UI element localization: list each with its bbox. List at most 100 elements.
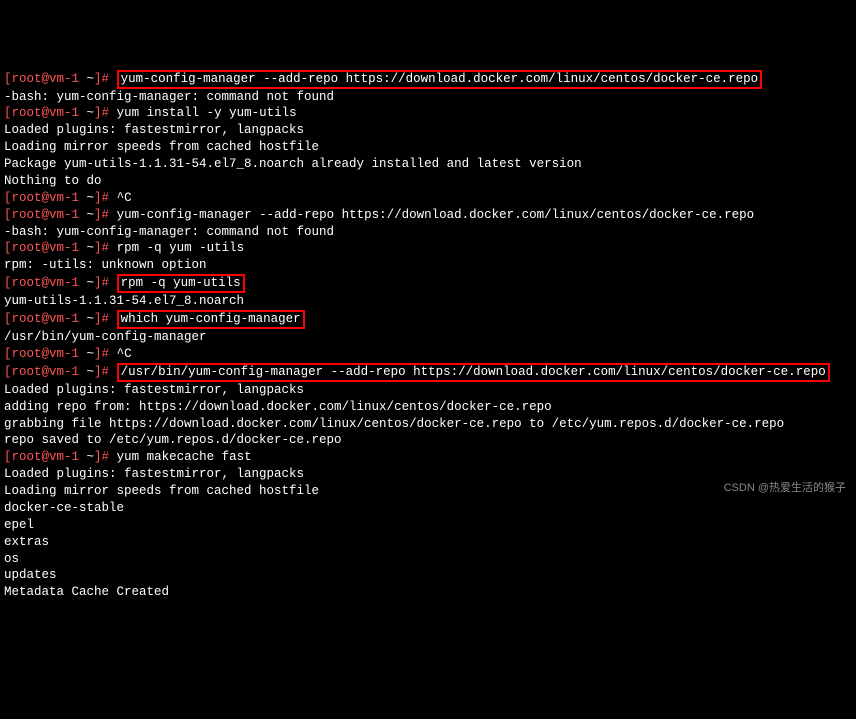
shell-prompt: [root@vm-1 ~]#: [4, 365, 109, 379]
output-text: extras: [4, 535, 49, 549]
output-text: repo saved to /etc/yum.repos.d/docker-ce…: [4, 433, 342, 447]
terminal-line: rpm: -utils: unknown option: [4, 257, 852, 274]
terminal-line: os: [4, 551, 852, 568]
output-text: Loaded plugins: fastestmirror, langpacks: [4, 383, 304, 397]
terminal-line: Loaded plugins: fastestmirror, langpacks: [4, 122, 852, 139]
shell-prompt: [root@vm-1 ~]#: [4, 208, 109, 222]
terminal-line: Loading mirror speeds from cached hostfi…: [4, 139, 852, 156]
terminal-line: [root@vm-1 ~]# yum makecache fast: [4, 449, 852, 466]
prompt-user-host: [root@vm-1: [4, 208, 79, 222]
prompt-end: ]#: [94, 365, 109, 379]
terminal-line: [root@vm-1 ~]# yum-config-manager --add-…: [4, 70, 852, 89]
terminal-line: Metadata Cache Created: [4, 584, 852, 601]
output-text: epel: [4, 518, 34, 532]
prompt-end: ]#: [94, 276, 109, 290]
shell-prompt: [root@vm-1 ~]#: [4, 312, 109, 326]
terminal-line: /usr/bin/yum-config-manager: [4, 329, 852, 346]
prompt-path: ~: [87, 106, 95, 120]
highlighted-command: rpm -q yum-utils: [117, 274, 245, 293]
prompt-path: ~: [87, 191, 95, 205]
terminal-line: yum-utils-1.1.31-54.el7_8.noarch: [4, 293, 852, 310]
command-text: yum install -y yum-utils: [117, 106, 297, 120]
highlighted-command: /usr/bin/yum-config-manager --add-repo h…: [117, 363, 830, 382]
output-text: /usr/bin/yum-config-manager: [4, 330, 207, 344]
terminal-line: adding repo from: https://download.docke…: [4, 399, 852, 416]
prompt-user-host: [root@vm-1: [4, 365, 79, 379]
prompt-user-host: [root@vm-1: [4, 106, 79, 120]
prompt-user-host: [root@vm-1: [4, 72, 79, 86]
prompt-end: ]#: [94, 106, 109, 120]
terminal-line: updates: [4, 567, 852, 584]
output-text: -bash: yum-config-manager: command not f…: [4, 90, 334, 104]
shell-prompt: [root@vm-1 ~]#: [4, 72, 109, 86]
prompt-end: ]#: [94, 191, 109, 205]
prompt-path: ~: [87, 365, 95, 379]
output-text: docker-ce-stable: [4, 501, 124, 515]
command-text: ^C: [117, 347, 132, 361]
shell-prompt: [root@vm-1 ~]#: [4, 450, 109, 464]
highlighted-command: yum-config-manager --add-repo https://do…: [117, 70, 763, 89]
prompt-path: ~: [87, 347, 95, 361]
output-text: os: [4, 552, 19, 566]
shell-prompt: [root@vm-1 ~]#: [4, 347, 109, 361]
terminal-line: epel: [4, 517, 852, 534]
output-text: Loading mirror speeds from cached hostfi…: [4, 484, 319, 498]
terminal-line: Nothing to do: [4, 173, 852, 190]
prompt-user-host: [root@vm-1: [4, 347, 79, 361]
output-text: adding repo from: https://download.docke…: [4, 400, 552, 414]
output-text: Metadata Cache Created: [4, 585, 169, 599]
prompt-user-host: [root@vm-1: [4, 450, 79, 464]
prompt-path: ~: [87, 241, 95, 255]
terminal-line: [root@vm-1 ~]# which yum-config-manager: [4, 310, 852, 329]
command-text: yum makecache fast: [117, 450, 252, 464]
output-text: grabbing file https://download.docker.co…: [4, 417, 784, 431]
output-text: Loaded plugins: fastestmirror, langpacks: [4, 123, 304, 137]
terminal-line: extras: [4, 534, 852, 551]
prompt-user-host: [root@vm-1: [4, 312, 79, 326]
output-text: rpm: -utils: unknown option: [4, 258, 207, 272]
prompt-end: ]#: [94, 72, 109, 86]
output-text: updates: [4, 568, 57, 582]
terminal-line: [root@vm-1 ~]# yum-config-manager --add-…: [4, 207, 852, 224]
prompt-end: ]#: [94, 312, 109, 326]
command-text: rpm -q yum -utils: [117, 241, 245, 255]
command-text: ^C: [117, 191, 132, 205]
prompt-path: ~: [87, 312, 95, 326]
terminal-line: [root@vm-1 ~]# ^C: [4, 190, 852, 207]
shell-prompt: [root@vm-1 ~]#: [4, 276, 109, 290]
output-text: Loading mirror speeds from cached hostfi…: [4, 140, 319, 154]
prompt-user-host: [root@vm-1: [4, 191, 79, 205]
prompt-user-host: [root@vm-1: [4, 276, 79, 290]
prompt-end: ]#: [94, 241, 109, 255]
terminal-line: [root@vm-1 ~]# /usr/bin/yum-config-manag…: [4, 363, 852, 382]
output-text: Loaded plugins: fastestmirror, langpacks: [4, 467, 304, 481]
prompt-path: ~: [87, 276, 95, 290]
output-text: yum-utils-1.1.31-54.el7_8.noarch: [4, 294, 244, 308]
output-text: Nothing to do: [4, 174, 102, 188]
shell-prompt: [root@vm-1 ~]#: [4, 241, 109, 255]
terminal-output[interactable]: [root@vm-1 ~]# yum-config-manager --add-…: [4, 70, 852, 602]
prompt-user-host: [root@vm-1: [4, 241, 79, 255]
highlighted-command: which yum-config-manager: [117, 310, 305, 329]
terminal-line: Package yum-utils-1.1.31-54.el7_8.noarch…: [4, 156, 852, 173]
terminal-line: -bash: yum-config-manager: command not f…: [4, 89, 852, 106]
terminal-line: grabbing file https://download.docker.co…: [4, 416, 852, 433]
prompt-end: ]#: [94, 450, 109, 464]
terminal-line: docker-ce-stable: [4, 500, 852, 517]
prompt-path: ~: [87, 208, 95, 222]
output-text: -bash: yum-config-manager: command not f…: [4, 225, 334, 239]
watermark-text: CSDN @热爱生活的猴子: [724, 481, 846, 496]
terminal-line: [root@vm-1 ~]# rpm -q yum -utils: [4, 240, 852, 257]
terminal-line: Loaded plugins: fastestmirror, langpacks: [4, 382, 852, 399]
output-text: Package yum-utils-1.1.31-54.el7_8.noarch…: [4, 157, 582, 171]
shell-prompt: [root@vm-1 ~]#: [4, 191, 109, 205]
command-text: yum-config-manager --add-repo https://do…: [117, 208, 755, 222]
prompt-end: ]#: [94, 347, 109, 361]
terminal-line: repo saved to /etc/yum.repos.d/docker-ce…: [4, 432, 852, 449]
prompt-path: ~: [87, 450, 95, 464]
terminal-line: [root@vm-1 ~]# yum install -y yum-utils: [4, 105, 852, 122]
terminal-line: -bash: yum-config-manager: command not f…: [4, 224, 852, 241]
terminal-line: [root@vm-1 ~]# rpm -q yum-utils: [4, 274, 852, 293]
terminal-line: [root@vm-1 ~]# ^C: [4, 346, 852, 363]
shell-prompt: [root@vm-1 ~]#: [4, 106, 109, 120]
